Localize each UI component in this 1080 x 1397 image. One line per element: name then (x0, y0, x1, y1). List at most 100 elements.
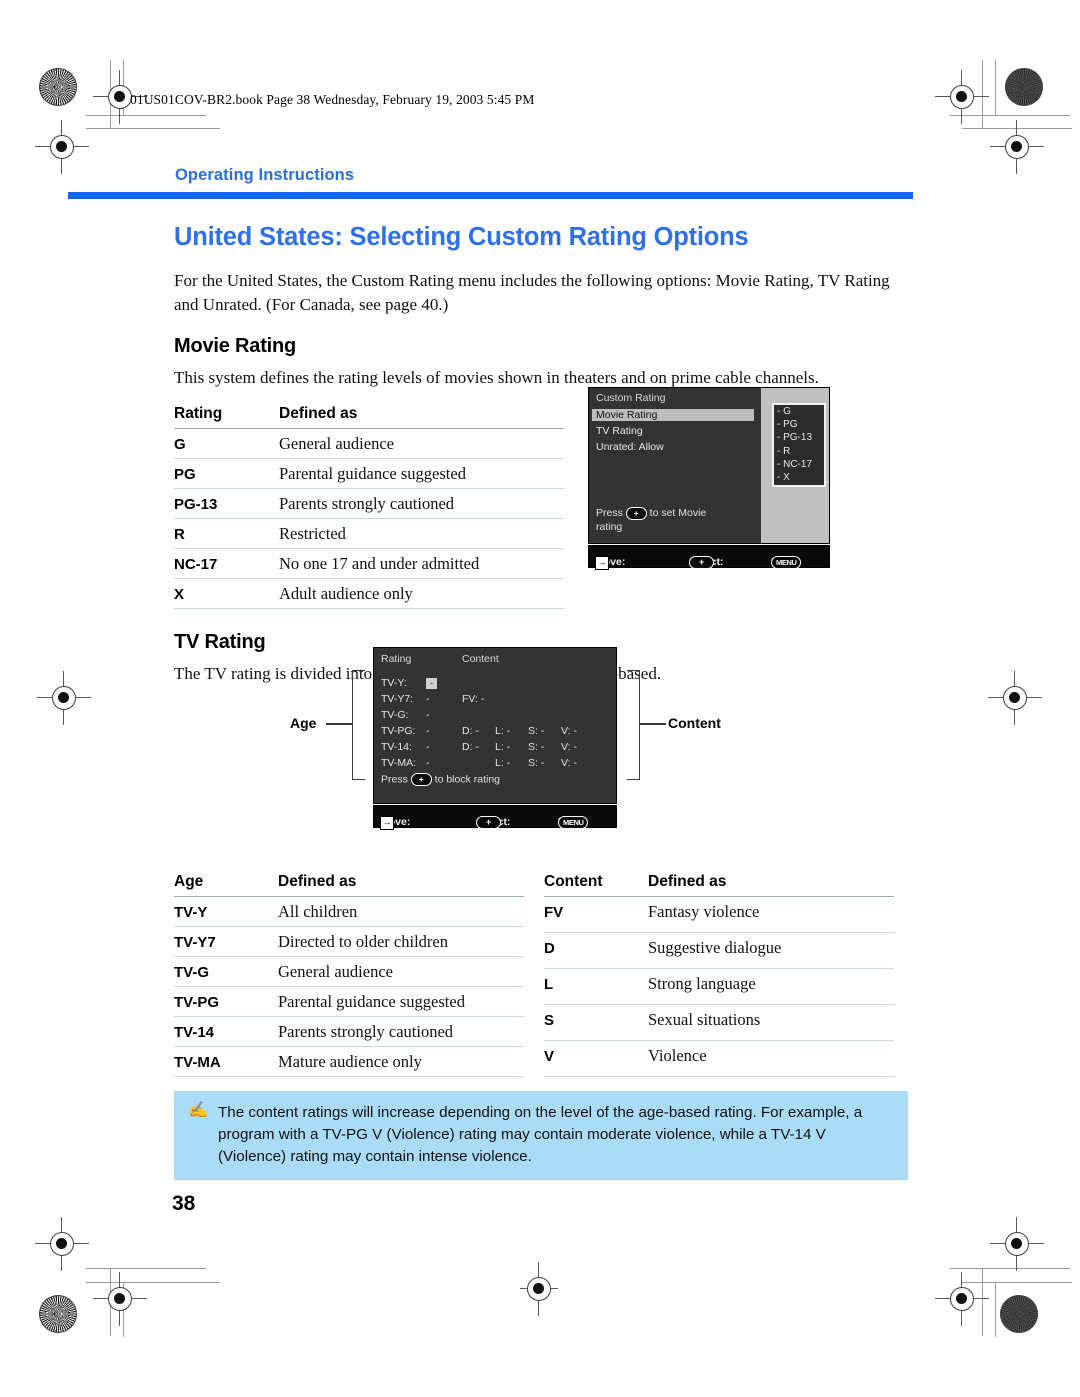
osd-content-s: S: - (528, 757, 545, 769)
registration-mark (988, 671, 1042, 725)
osd-age-label: TV-14: (381, 741, 412, 753)
osd-col-header-rating: Rating (381, 653, 412, 665)
osd-tv-rating-screen: Rating Content TV-Y: - TV-Y7: - TV-G: - TV-… (374, 648, 616, 830)
table-row: S Sexual situations (544, 1004, 894, 1041)
osd-option-r[interactable]: - R (774, 445, 824, 458)
osd-menu-item-unrated[interactable]: Unrated: Allow (596, 441, 664, 453)
movie-rating-table: Rating Defined as G General audience PG … (174, 399, 564, 609)
col-header-content: Content (544, 868, 648, 897)
crop-rule (962, 1282, 1072, 1283)
osd-option-nc17[interactable]: - NC-17 (774, 458, 824, 471)
rating-definition: General audience (279, 428, 564, 459)
osd-hint-line2: rating (596, 521, 623, 533)
table-row: TV-Y7 Directed to older children (174, 926, 524, 957)
osd-hint-suffix: to block rating (434, 773, 501, 786)
table-header-row: Content Defined as (544, 868, 894, 897)
rating-code: R (174, 518, 279, 549)
table-row: TV-Y All children (174, 896, 524, 927)
table-row: X Adult audience only (174, 578, 564, 609)
age-code: TV-G (174, 956, 278, 987)
age-definition: Parents strongly cautioned (278, 1016, 524, 1047)
osd-content-v: V: - (561, 757, 577, 769)
registration-mark (512, 1262, 566, 1316)
section-heading-movie-rating: Movie Rating (174, 334, 297, 357)
osd-age-row[interactable]: TV-MA: - (381, 757, 440, 769)
content-code: L (544, 968, 648, 1005)
menu-button-icon: MENU (771, 556, 802, 569)
age-definition: Parental guidance suggested (278, 986, 524, 1017)
density-patch (1005, 68, 1043, 106)
content-bracket (627, 670, 640, 780)
osd-content-l: L: - (495, 725, 511, 737)
col-header-defined-as: Defined as (648, 868, 894, 897)
crop-rule (982, 1268, 983, 1336)
osd-hint-suffix: to set Movie (649, 507, 707, 519)
table-row: D Suggestive dialogue (544, 932, 894, 969)
rating-code: PG (174, 458, 279, 489)
note-callout: ✍ The content ratings will increase depe… (174, 1091, 908, 1181)
crop-rule (950, 1268, 1070, 1269)
col-header-rating: Rating (174, 399, 279, 429)
content-code: S (544, 1004, 648, 1041)
osd-age-value: - (426, 709, 430, 721)
crop-rule (995, 60, 996, 115)
table-row: NC-17 No one 17 and under admitted (174, 548, 564, 579)
osd-menu-item-movie-rating[interactable]: Movie Rating (592, 409, 754, 421)
osd-age-value: - (426, 725, 430, 737)
age-definition: Directed to older children (278, 926, 524, 957)
table-header-row: Age Defined as (174, 868, 524, 897)
crop-rule (962, 128, 1072, 129)
crop-rule (110, 60, 111, 128)
osd-age-row[interactable]: TV-G: - (381, 709, 440, 721)
osd-hint: Press + to block rating (381, 773, 500, 786)
arrow-right-icon: → (380, 816, 394, 830)
osd-age-row[interactable]: TV-Y: - (381, 677, 437, 689)
osd-age-row[interactable]: TV-14: - (381, 741, 440, 753)
osd-content-s: S: - (528, 741, 545, 753)
crop-rule (982, 60, 983, 128)
table-row: TV-14 Parents strongly cautioned (174, 1016, 524, 1047)
osd-option-g[interactable]: - G (774, 405, 824, 418)
menu-button-icon: MENU (558, 816, 589, 829)
rating-definition: Restricted (279, 518, 564, 549)
osd-option-pg13[interactable]: - PG-13 (774, 431, 824, 444)
osd-age-label: TV-Y7: (381, 693, 414, 705)
annotation-content: Content (668, 715, 721, 731)
osd-hint-prefix: Press (381, 773, 408, 786)
table-row: TV-G General audience (174, 956, 524, 987)
content-code: FV (544, 896, 648, 933)
registration-mark (37, 671, 91, 725)
age-definition: All children (278, 896, 524, 927)
osd-menu-item-tv-rating[interactable]: TV Rating (596, 425, 643, 437)
age-table: Age Defined as TV-Y All children TV-Y7 D… (174, 868, 524, 1077)
lower-tables-row: Age Defined as TV-Y All children TV-Y7 D… (174, 868, 904, 1077)
osd-option-x[interactable]: - X (774, 471, 824, 484)
page-title: United States: Selecting Custom Rating O… (174, 223, 749, 251)
crop-rule (86, 128, 220, 129)
rating-code: PG-13 (174, 488, 279, 519)
osd-content-row[interactable]: FV: - (462, 693, 495, 705)
osd-age-value-selected: - (426, 677, 437, 689)
osd-content-s: S: - (528, 725, 545, 737)
osd-content-row[interactable]: D: - L: - S: - V: - (462, 725, 594, 737)
osd-option-pg[interactable]: - PG (774, 418, 824, 431)
age-definition: Mature audience only (278, 1046, 524, 1077)
osd-age-row[interactable]: TV-PG: - (381, 725, 440, 737)
plus-button-icon: + (689, 556, 715, 569)
osd-content-row[interactable]: D: - L: - S: - V: - (462, 741, 594, 753)
osd-col-header-content: Content (462, 653, 499, 665)
rating-definition: No one 17 and under admitted (279, 548, 564, 579)
movie-rating-intro: This system defines the rating levels of… (174, 367, 819, 387)
osd-hint-prefix: Press (596, 507, 623, 519)
crop-rule (110, 1268, 111, 1336)
table-row: TV-MA Mature audience only (174, 1046, 524, 1077)
osd-content-row[interactable]: L: - S: - V: - (462, 757, 594, 769)
content-code: D (544, 932, 648, 969)
rating-code: NC-17 (174, 548, 279, 579)
file-stamp: 01US01COV-BR2.book Page 38 Wednesday, Fe… (130, 92, 535, 107)
osd-content-fv: FV: - (462, 693, 485, 705)
osd-age-row[interactable]: TV-Y7: - (381, 693, 440, 705)
age-code: TV-Y7 (174, 926, 278, 957)
density-patch (39, 68, 77, 106)
crop-rule (86, 115, 206, 116)
